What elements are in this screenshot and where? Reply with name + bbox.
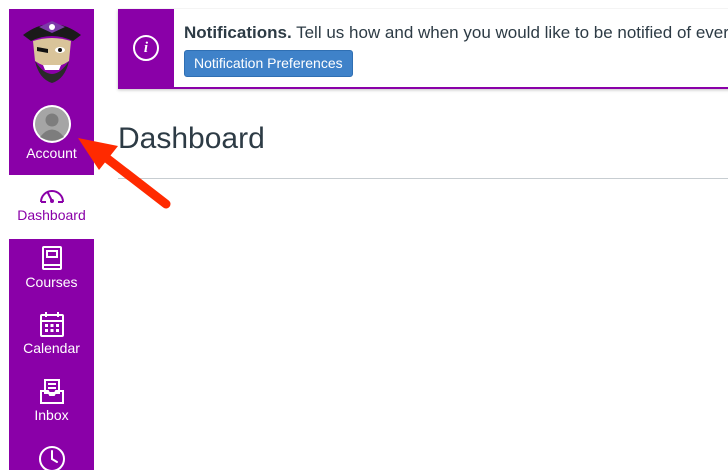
notification-banner: i Notifications. Tell us how and when yo… bbox=[118, 9, 728, 89]
pirate-logo-icon bbox=[22, 21, 81, 83]
calendar-icon bbox=[39, 312, 64, 337]
nav-item-label: Account bbox=[26, 145, 77, 161]
nav-item-label: Calendar bbox=[23, 340, 80, 356]
nav-item-label: Inbox bbox=[34, 407, 69, 423]
notification-preferences-button[interactable]: Notification Preferences bbox=[184, 50, 353, 77]
page-title: Dashboard bbox=[118, 122, 265, 155]
clock-icon bbox=[38, 446, 65, 470]
nav-item-label: Courses bbox=[25, 274, 78, 290]
nav-item-calendar[interactable]: Calendar bbox=[9, 312, 94, 356]
user-silhouette-icon bbox=[34, 107, 69, 141]
notification-text: Notifications. Tell us how and when you … bbox=[184, 23, 728, 43]
inbox-icon bbox=[39, 379, 64, 404]
nav-item-history[interactable] bbox=[9, 445, 94, 470]
nav-item-inbox[interactable]: Inbox bbox=[9, 379, 94, 423]
global-navigation: Account Dashboard Courses Calendar Inbox bbox=[9, 9, 94, 470]
info-icon: i bbox=[133, 35, 159, 61]
book-icon bbox=[41, 246, 62, 270]
dashboard-gauge-icon bbox=[39, 190, 64, 203]
avatar bbox=[32, 105, 71, 143]
nav-item-label: Dashboard bbox=[17, 207, 86, 223]
title-divider bbox=[118, 178, 728, 179]
notification-title: Notifications. bbox=[184, 23, 292, 42]
notification-message: Tell us how and when you would like to b… bbox=[296, 23, 728, 42]
notification-icon-box: i bbox=[118, 9, 174, 87]
nav-item-account[interactable]: Account bbox=[9, 105, 94, 161]
nav-item-courses[interactable]: Courses bbox=[9, 246, 94, 290]
nav-item-dashboard[interactable]: Dashboard bbox=[9, 175, 94, 239]
school-logo[interactable] bbox=[9, 9, 94, 95]
app-window: Account Dashboard Courses Calendar Inbox… bbox=[8, 8, 728, 470]
